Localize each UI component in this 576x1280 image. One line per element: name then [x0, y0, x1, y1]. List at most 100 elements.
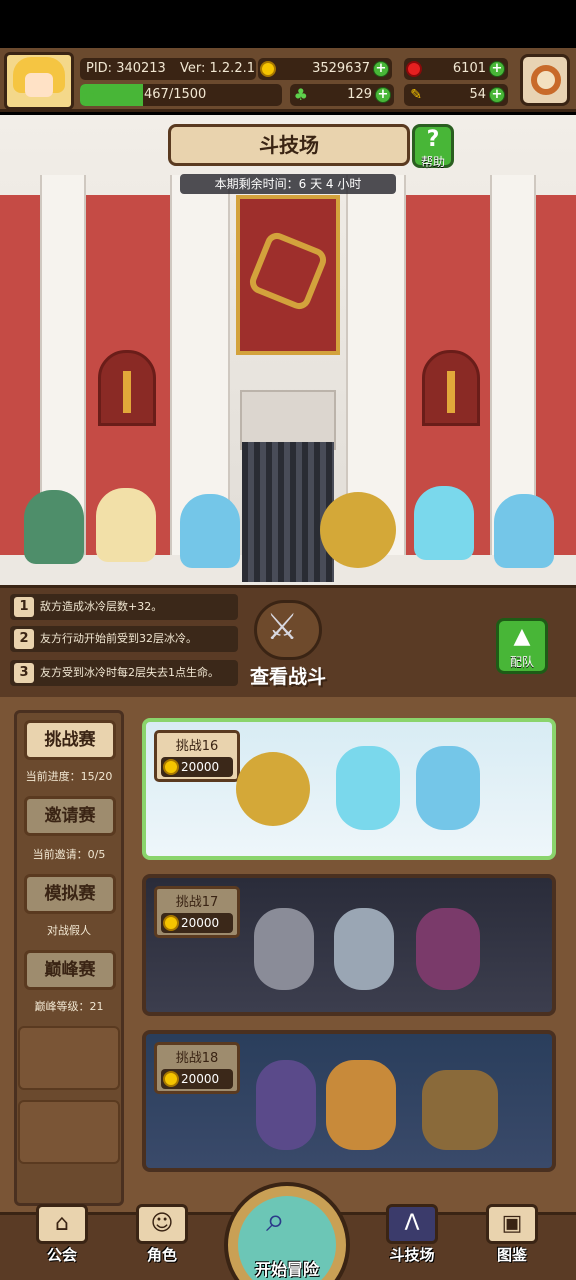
mode-simulate-button[interactable]: 模拟赛 — [24, 874, 116, 914]
team-icon: ▲ — [513, 624, 531, 649]
nav-arena[interactable]: Λ 斗技场 — [374, 1200, 450, 1268]
add-clover-button[interactable]: + — [375, 87, 391, 103]
gem-icon — [406, 61, 422, 77]
enemy-portrait — [334, 908, 394, 990]
mode-invite-button[interactable]: 邀请赛 — [24, 796, 116, 836]
key-value: 54 — [469, 87, 486, 102]
cost-value: 20000 — [181, 760, 220, 774]
coin-icon — [163, 1071, 179, 1087]
add-gold-button[interactable]: + — [373, 61, 389, 77]
version-text: Ver: 1.2.2.1 — [180, 61, 255, 76]
key-icon: ✎ — [410, 87, 422, 103]
page-title: 斗技场 — [168, 124, 410, 166]
challenge-card-16[interactable]: 挑战16 20000 — [142, 718, 556, 860]
challenge-title: 挑战16 — [175, 739, 219, 754]
ally-character[interactable] — [24, 490, 84, 564]
gold-value: 3529637 — [312, 61, 370, 76]
challenge-label: 挑战18 20000 — [154, 1042, 240, 1094]
mode-challenge-button[interactable]: 挑战赛 — [24, 720, 116, 760]
cost-value: 20000 — [181, 916, 220, 930]
nav-adventure-label: 开始冒险 — [254, 1260, 319, 1279]
portcullis-gate — [242, 442, 334, 582]
ally-character[interactable] — [96, 488, 156, 562]
player-info: PID: 340213 Ver: 1.2.2.1 — [80, 58, 256, 80]
challenge-card-17[interactable]: 挑战17 20000 — [142, 874, 556, 1016]
team-setup-button[interactable]: ▲ 配队 — [496, 618, 548, 674]
gate-arch — [240, 390, 336, 450]
character-icon: ☺ — [136, 1204, 188, 1244]
enemy-portrait — [254, 908, 314, 990]
sword-icon — [123, 371, 131, 413]
add-key-button[interactable]: + — [489, 87, 505, 103]
pid-text: PID: 340213 — [86, 61, 166, 76]
enemy-character[interactable] — [414, 486, 474, 560]
mode-invite-count: 当前邀请：0/5 — [32, 848, 106, 861]
team-label: 配队 — [509, 655, 534, 669]
enemy-character[interactable] — [320, 492, 396, 568]
arena-banner — [236, 195, 340, 355]
magnifier-icon: ⌕ — [266, 1200, 286, 1240]
view-battle-label: 查看战斗 — [249, 666, 326, 688]
view-battle-button[interactable]: ⚔ 查看战斗 — [236, 600, 340, 688]
nav-character[interactable]: ☺ 角色 — [124, 1200, 200, 1268]
modifier-1: 1 敌方造成冰冷层数+32。 — [10, 594, 238, 620]
crossed-swords-icon: ⚔ — [266, 607, 299, 648]
enemy-portrait — [236, 752, 310, 826]
enemy-portrait — [416, 908, 480, 990]
settings-button[interactable] — [520, 54, 570, 106]
challenge-title: 挑战17 — [175, 895, 219, 910]
nav-guild-label: 公会 — [46, 1246, 77, 1264]
gear-icon — [531, 65, 561, 95]
avatar-face — [25, 73, 53, 97]
challenge-title: 挑战18 — [175, 1051, 219, 1066]
challenge-card-18[interactable]: 挑战18 20000 — [142, 1030, 556, 1172]
nav-start-adventure[interactable]: ⌕ 开始冒险 — [220, 1182, 354, 1280]
gem-value: 6101 — [452, 61, 486, 76]
player-avatar[interactable] — [4, 52, 74, 110]
coin-icon — [163, 915, 179, 931]
empty-mode-slot — [18, 1026, 120, 1090]
modifier-text: 敌方造成冰冷层数+32。 — [40, 600, 163, 613]
gem-counter: 6101 + — [404, 58, 508, 80]
clover-value: 129 — [347, 87, 372, 102]
enemy-character[interactable] — [494, 494, 554, 568]
gold-counter: 3529637 + — [258, 58, 392, 80]
challenge-cost: 20000 — [161, 1069, 233, 1089]
question-icon: ? — [426, 127, 440, 152]
mode-peak-button[interactable]: 巅峰赛 — [24, 950, 116, 990]
help-button[interactable]: ? 帮助 — [412, 124, 454, 169]
challenge-cost: 20000 — [161, 913, 233, 933]
nav-character-label: 角色 — [146, 1246, 177, 1264]
modifier-3: 3 友方受到冰冷时每2层失去1点生命。 — [10, 660, 238, 686]
empty-mode-slot — [18, 1100, 120, 1164]
stamina-icon: ✚ — [82, 86, 95, 104]
modifier-2: 2 友方行动开始前受到32层冰冷。 — [10, 626, 238, 652]
modifier-number: 1 — [14, 597, 34, 617]
season-timer: 本期剩余时间：6 天 4 小时 — [180, 174, 396, 194]
enemy-portrait — [256, 1060, 316, 1150]
status-bar — [0, 0, 576, 48]
mode-peak-level: 巅峰等级：21 — [34, 1000, 104, 1013]
coin-icon — [163, 759, 179, 775]
mode-challenge-progress: 当前进度：15/20 — [25, 770, 113, 783]
challenge-cost: 20000 — [161, 757, 233, 777]
modifier-number: 3 — [14, 663, 34, 683]
nav-arena-label: 斗技场 — [389, 1246, 435, 1264]
arena-icon: Λ — [386, 1204, 438, 1244]
nav-guild[interactable]: ⌂ 公会 — [24, 1200, 100, 1268]
mode-simulate-sub: 对战假人 — [47, 924, 91, 937]
key-counter: ✎ 54 + — [404, 84, 508, 106]
banner-emblem — [246, 229, 330, 313]
clover-icon: ♣ — [293, 85, 308, 104]
enemy-portrait — [416, 746, 480, 830]
guild-icon: ⌂ — [36, 1204, 88, 1244]
modifier-text: 友方行动开始前受到32层冰冷。 — [40, 632, 197, 645]
ally-character[interactable] — [180, 494, 240, 568]
sword-niche-left — [98, 350, 156, 426]
add-gem-button[interactable]: + — [489, 61, 505, 77]
stamina-bar: ✚ 467/1500 — [80, 84, 282, 106]
nav-codex[interactable]: ▣ 图鉴 — [474, 1200, 550, 1268]
enemy-portrait — [326, 1060, 396, 1150]
codex-icon: ▣ — [486, 1204, 538, 1244]
coin-icon — [260, 61, 276, 77]
